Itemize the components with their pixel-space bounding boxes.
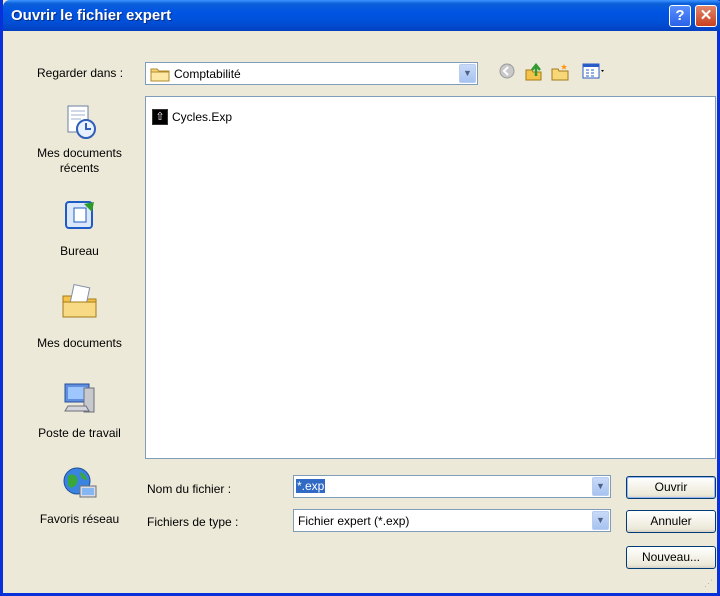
back-button[interactable] bbox=[496, 62, 518, 84]
chevron-down-icon: ▼ bbox=[596, 481, 605, 491]
look-in-value: Comptabilité bbox=[174, 67, 241, 81]
cancel-button[interactable]: Annuler bbox=[626, 510, 716, 533]
look-in-combobox[interactable]: Comptabilité ▼ bbox=[145, 62, 478, 85]
up-folder-button[interactable] bbox=[523, 62, 545, 84]
file-name-input-value[interactable]: *.exp bbox=[296, 479, 326, 493]
file-type-dropdown-button[interactable]: ▼ bbox=[592, 511, 609, 530]
view-menu-icon bbox=[582, 63, 604, 79]
help-button[interactable]: ? bbox=[669, 5, 691, 27]
file-type-value: Fichier expert (*.exp) bbox=[298, 514, 410, 528]
new-button[interactable]: Nouveau... bbox=[626, 546, 716, 569]
new-folder-button[interactable] bbox=[549, 62, 571, 84]
place-desktop[interactable]: Bureau bbox=[19, 196, 140, 259]
desktop-icon bbox=[64, 201, 94, 229]
file-type-label: Fichiers de type : bbox=[147, 515, 239, 529]
place-my-documents[interactable]: Mes documents bbox=[19, 282, 140, 351]
place-desktop-label: Bureau bbox=[60, 244, 99, 258]
places-bar: Mes documents récents Bureau Mes documen… bbox=[19, 96, 140, 530]
file-name: Cycles.Exp bbox=[172, 110, 233, 124]
place-network[interactable]: Favoris réseau bbox=[19, 464, 140, 527]
chevron-down-icon: ▼ bbox=[596, 515, 605, 525]
file-list[interactable]: ⇧ Cycles.Exp bbox=[145, 96, 716, 459]
folder-icon bbox=[150, 68, 170, 82]
place-my-documents-label: Mes documents bbox=[37, 336, 122, 350]
view-menu-button[interactable] bbox=[579, 62, 609, 84]
look-in-dropdown-button[interactable]: ▼ bbox=[459, 64, 476, 83]
back-icon bbox=[499, 63, 515, 79]
file-name-label: Nom du fichier : bbox=[147, 482, 232, 496]
my-documents-icon bbox=[62, 283, 96, 318]
file-name-dropdown-button[interactable]: ▼ bbox=[592, 477, 609, 496]
open-expert-file-dialog: Ouvrir le fichier expert ? ✕ Regarder da… bbox=[0, 0, 720, 596]
question-mark-icon: ? bbox=[675, 7, 685, 24]
place-my-computer-label: Poste de travail bbox=[38, 426, 121, 440]
recent-documents-icon bbox=[67, 105, 96, 139]
chevron-down-icon: ▼ bbox=[463, 68, 472, 78]
expert-file-icon: ⇧ bbox=[152, 109, 168, 125]
place-network-label: Favoris réseau bbox=[39, 512, 120, 526]
dialog-title: Ouvrir le fichier expert bbox=[11, 7, 172, 24]
new-folder-icon bbox=[551, 64, 569, 81]
file-name-combobox[interactable]: *.exp ▼ bbox=[293, 475, 611, 498]
network-places-icon bbox=[63, 467, 96, 498]
file-type-select[interactable]: Fichier expert (*.exp) ▼ bbox=[293, 509, 611, 532]
resize-grip-icon[interactable]: ⋰ bbox=[704, 578, 713, 589]
open-button[interactable]: Ouvrir bbox=[626, 476, 716, 499]
title-bar[interactable]: Ouvrir le fichier expert ? ✕ bbox=[3, 0, 720, 31]
look-in-label: Regarder dans : bbox=[37, 66, 124, 80]
my-computer-icon bbox=[63, 383, 94, 413]
place-recent-documents[interactable]: Mes documents récents bbox=[19, 102, 140, 176]
place-my-computer[interactable]: Poste de travail bbox=[19, 378, 140, 441]
close-button[interactable]: ✕ bbox=[695, 5, 717, 27]
close-icon: ✕ bbox=[699, 7, 713, 24]
up-folder-icon bbox=[525, 62, 542, 81]
place-recent-documents-label: Mes documents récents bbox=[37, 146, 122, 175]
